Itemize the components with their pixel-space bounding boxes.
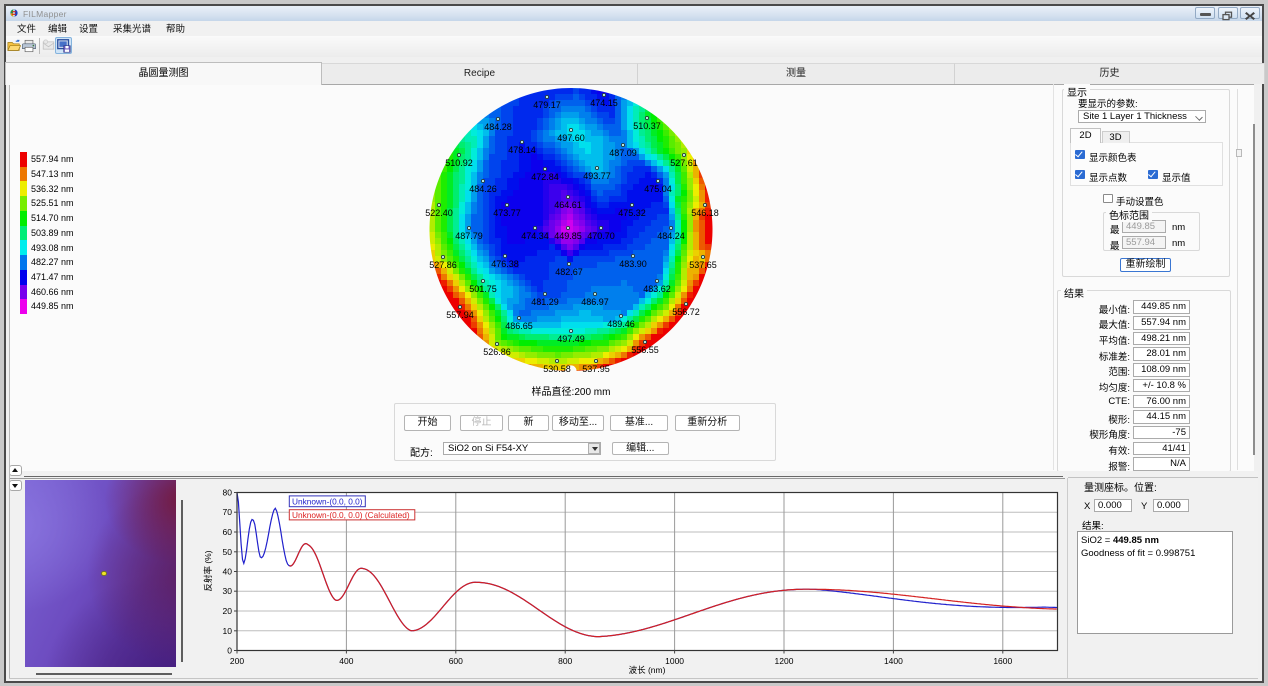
svg-text:493.77: 493.77 (583, 171, 611, 181)
svg-text:464.61: 464.61 (554, 200, 582, 210)
svg-text:475.04: 475.04 (644, 184, 672, 194)
svg-text:200: 200 (230, 656, 244, 666)
svg-text:479.17: 479.17 (533, 100, 561, 110)
svg-text:484.28: 484.28 (484, 122, 512, 132)
svg-text:30: 30 (223, 586, 233, 596)
svg-text:474.34: 474.34 (521, 231, 549, 241)
svg-text:546.18: 546.18 (691, 208, 719, 218)
svg-text:487.79: 487.79 (455, 231, 483, 241)
svg-text:483.90: 483.90 (619, 259, 647, 269)
svg-text:489.46: 489.46 (607, 319, 635, 329)
svg-text:527.61: 527.61 (670, 158, 698, 168)
svg-text:527.86: 527.86 (429, 260, 457, 270)
svg-text:484.24: 484.24 (657, 231, 685, 241)
svg-text:1200: 1200 (775, 656, 794, 666)
svg-text:1400: 1400 (884, 656, 903, 666)
svg-text:波长 (nm): 波长 (nm) (629, 665, 666, 675)
svg-text:510.92: 510.92 (445, 158, 473, 168)
svg-text:522.40: 522.40 (425, 208, 453, 218)
svg-text:1000: 1000 (665, 656, 684, 666)
svg-text:60: 60 (223, 527, 233, 537)
svg-text:449.85: 449.85 (554, 231, 582, 241)
svg-text:Unknown-(0.0, 0.0): Unknown-(0.0, 0.0) (292, 496, 363, 506)
svg-text:472.84: 472.84 (531, 172, 559, 182)
svg-text:70: 70 (223, 507, 233, 517)
svg-text:800: 800 (558, 656, 572, 666)
svg-text:556.55: 556.55 (631, 345, 659, 355)
svg-text:80: 80 (223, 488, 233, 498)
svg-text:486.65: 486.65 (505, 321, 533, 331)
svg-text:50: 50 (223, 547, 233, 557)
svg-text:10: 10 (223, 626, 233, 636)
svg-text:530.58: 530.58 (543, 364, 571, 374)
svg-text:1600: 1600 (993, 656, 1012, 666)
svg-text:473.77: 473.77 (493, 208, 521, 218)
svg-text:Unknown-(0.0, 0.0) (Calculated: Unknown-(0.0, 0.0) (Calculated) (292, 510, 410, 520)
svg-text:557.94: 557.94 (446, 310, 474, 320)
svg-text:537.65: 537.65 (689, 260, 717, 270)
svg-text:0: 0 (227, 646, 232, 656)
svg-text:470.70: 470.70 (587, 231, 615, 241)
svg-text:497.60: 497.60 (557, 133, 585, 143)
svg-text:497.49: 497.49 (557, 334, 585, 344)
svg-text:482.67: 482.67 (555, 267, 583, 277)
svg-text:481.29: 481.29 (531, 297, 559, 307)
svg-text:反射率 (%): 反射率 (%) (203, 550, 213, 591)
svg-text:476.38: 476.38 (491, 259, 519, 269)
svg-text:537.95: 537.95 (582, 364, 610, 374)
svg-text:556.72: 556.72 (672, 307, 700, 317)
svg-text:501.75: 501.75 (469, 284, 497, 294)
svg-text:510.37: 510.37 (633, 121, 661, 131)
svg-text:486.97: 486.97 (581, 297, 609, 307)
svg-text:40: 40 (223, 567, 233, 577)
svg-text:600: 600 (449, 656, 463, 666)
svg-text:20: 20 (223, 606, 233, 616)
svg-text:400: 400 (339, 656, 353, 666)
svg-text:487.09: 487.09 (609, 148, 637, 158)
svg-text:478.14: 478.14 (508, 145, 536, 155)
svg-text:484.26: 484.26 (469, 184, 497, 194)
svg-text:475.32: 475.32 (618, 208, 646, 218)
svg-text:483.62: 483.62 (643, 284, 671, 294)
svg-text:526.86: 526.86 (483, 347, 511, 357)
svg-text:474.15: 474.15 (590, 98, 618, 108)
